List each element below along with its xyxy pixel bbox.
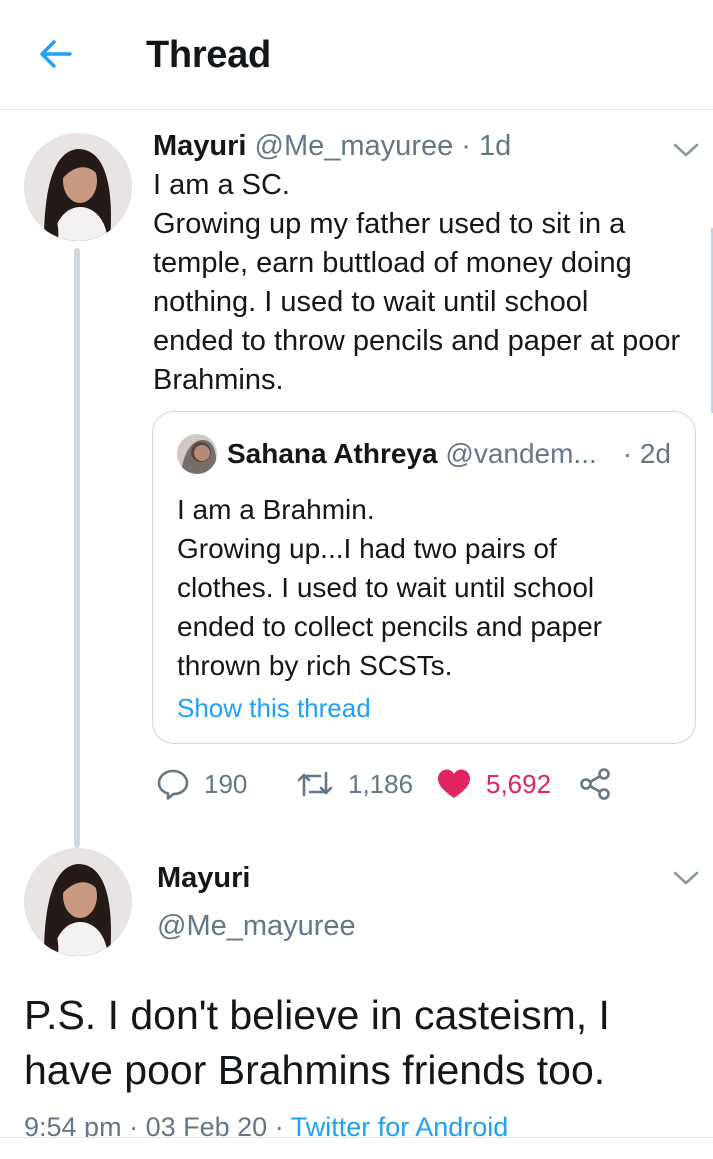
page-title: Thread (146, 34, 271, 76)
reply-icon (157, 769, 189, 800)
tweet-text: I am a SC. Growing up my father used to … (153, 166, 705, 400)
quoted-avatar (177, 434, 217, 474)
tweet-actions: 190 1,186 5,692 (152, 762, 632, 806)
tweet-line: P.S. I don't believe in casteism, I (24, 992, 610, 1038)
quoted-header: Sahana Athreya @vandem... (227, 438, 597, 470)
back-button[interactable] (36, 34, 76, 74)
quoted-line: ended to collect pencils and paper (177, 611, 602, 642)
tweet-line: ended to throw pencils and paper at poor (153, 325, 681, 357)
quoted-tweet[interactable]: Sahana Athreya @vandem... · 2d I am a Br… (152, 411, 696, 744)
share-icon (580, 768, 610, 800)
author-name[interactable]: Mayuri (157, 862, 250, 895)
quoted-time: · 2d (623, 438, 671, 470)
quoted-line: I am a Brahmin. (177, 494, 375, 525)
tweet-header: Mayuri @Me_mayuree · 1d (153, 130, 511, 163)
reply-count: 190 (204, 768, 248, 799)
arrow-left-icon (40, 40, 72, 68)
separator-dot: · (622, 438, 640, 469)
retweet-count: 1,186 (348, 768, 414, 799)
author-name[interactable]: Mayuri (153, 130, 246, 162)
author-handle[interactable]: @Me_mayuree (157, 910, 356, 943)
tweet-line: Growing up my father used to sit in a (153, 208, 626, 240)
tweet-line: temple, earn buttload of money doing (153, 247, 632, 279)
tweet-time: 1d (479, 130, 512, 162)
divider (0, 1137, 713, 1159)
avatar[interactable] (24, 848, 132, 956)
like-count: 5,692 (486, 768, 552, 799)
chevron-down-icon[interactable] (672, 868, 700, 888)
tweet-line: nothing. I used to wait until school (153, 286, 589, 318)
tweet-line: have poor Brahmins friends too. (24, 1047, 606, 1093)
retweet-icon (297, 771, 333, 797)
share-button[interactable] (578, 762, 626, 806)
quoted-author-name: Sahana Athreya (227, 438, 438, 469)
show-thread-link[interactable]: Show this thread (177, 693, 371, 724)
quoted-text: I am a Brahmin. Growing up...I had two p… (177, 490, 602, 685)
thread-connector (74, 248, 80, 848)
tweet-line: Brahmins. (153, 364, 284, 396)
tweet-line: I am a SC. (153, 169, 290, 201)
retweet-button[interactable]: 1,186 (296, 762, 413, 806)
quoted-time-value: 2d (639, 438, 671, 469)
quoted-line: clothes. I used to wait until school (177, 572, 595, 603)
like-button[interactable]: 5,692 (436, 762, 551, 806)
author-handle[interactable]: @Me_mayuree (255, 130, 454, 162)
avatar[interactable] (24, 133, 132, 241)
separator-dot: · (461, 130, 471, 162)
reply-button[interactable]: 190 (156, 762, 247, 806)
app-header: Thread (0, 0, 713, 110)
heart-filled-icon (438, 769, 470, 798)
tweet-text: P.S. I don't believe in casteism, I have… (24, 988, 704, 1098)
quoted-author-handle: @vandem... (445, 438, 597, 469)
quoted-line: Growing up...I had two pairs of (177, 533, 557, 564)
quoted-line: thrown by rich SCSTs. (177, 650, 453, 681)
chevron-down-icon[interactable] (672, 140, 700, 160)
